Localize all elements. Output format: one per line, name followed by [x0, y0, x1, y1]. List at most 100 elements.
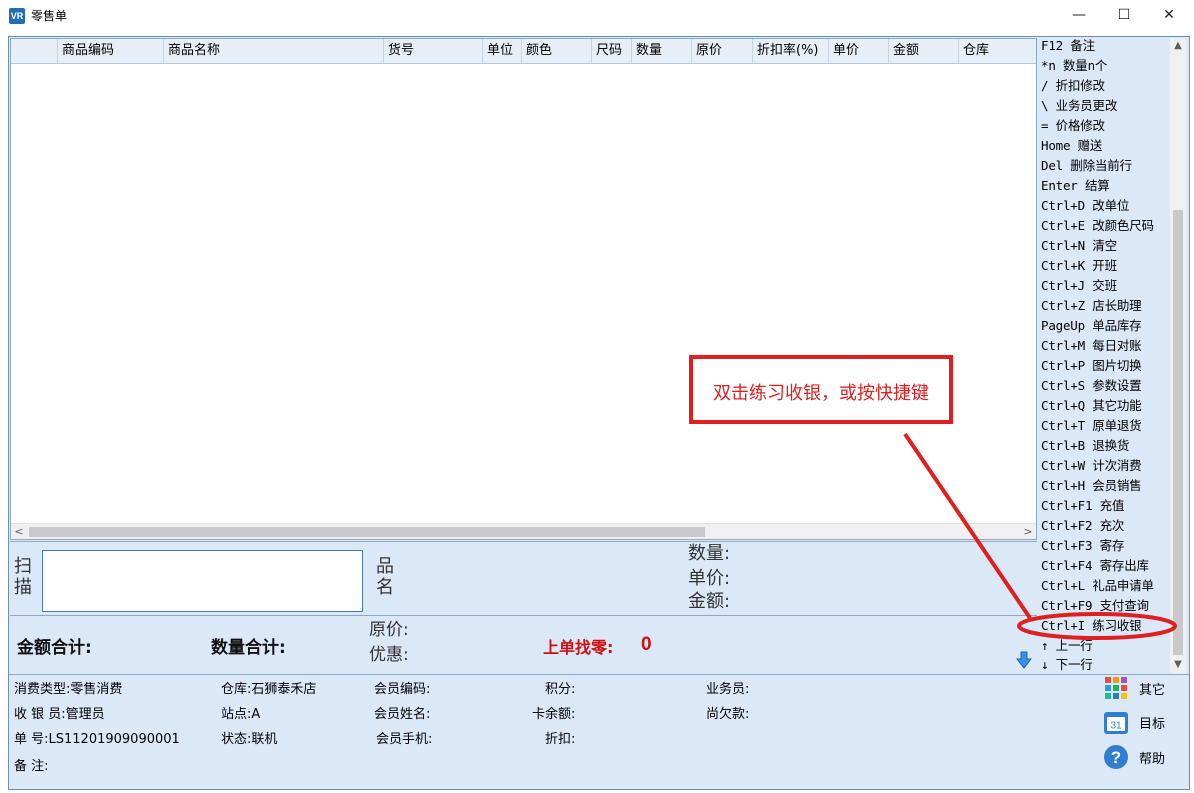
grid-col-product-name[interactable]: 商品名称 — [163, 39, 383, 63]
scan-input[interactable] — [42, 550, 363, 612]
annotation-text: 双击练习收银，或按快捷键 — [713, 383, 929, 404]
shortcut-item[interactable]: Ctrl+K 开班 — [1041, 256, 1117, 276]
grid-header: 商品编码 商品名称 货号 单位 颜色 尺码 数量 原价 折扣率(%) 单价 金额… — [11, 39, 1036, 64]
grid-col-quantity[interactable]: 数量 — [631, 39, 691, 63]
shortcut-item[interactable]: Ctrl+Z 店长助理 — [1041, 296, 1142, 316]
window-title: 零售单 — [31, 9, 68, 23]
consume-type-field[interactable]: 消费类型:零售消费 — [14, 678, 122, 697]
amount-label: 金额: — [688, 591, 731, 612]
shortcut-item[interactable]: ↑ 上一行 — [1041, 636, 1093, 656]
member-phone-field: 会员手机: — [376, 732, 433, 747]
shortcut-item[interactable]: Ctrl+W 计次消费 — [1041, 456, 1142, 476]
shortcut-item[interactable]: Ctrl+L 礼品申请单 — [1041, 576, 1154, 596]
title-bar: VR 零售单 — ☐ ✕ — [0, 0, 1194, 32]
shortcut-item[interactable]: Ctrl+D 改单位 — [1041, 196, 1129, 216]
shortcut-item[interactable]: Ctrl+B 退换货 — [1041, 436, 1129, 456]
last-change-label: 上单找零: — [543, 638, 614, 657]
cashier-field: 收 银 员:管理员 — [14, 707, 105, 722]
remark-field[interactable]: 备 注: — [14, 755, 49, 774]
unit-price-label: 单价: — [688, 568, 731, 589]
shortcut-item[interactable]: PageUp 单品库存 — [1041, 316, 1142, 336]
grid-col-unit-price[interactable]: 单价 — [828, 39, 888, 63]
original-price-label: 原价: — [369, 620, 409, 640]
shortcut-item[interactable]: F12 备注 — [1041, 38, 1095, 56]
scroll-left-icon[interactable]: < — [11, 524, 27, 540]
target-button-label: 目标 — [1139, 717, 1166, 732]
scroll-thumb[interactable] — [29, 527, 705, 537]
svg-text:?: ? — [1111, 748, 1121, 767]
arrears-field: 尚欠款: — [706, 707, 750, 722]
shortcut-item[interactable]: Ctrl+M 每日对账 — [1041, 336, 1142, 356]
shortcut-item[interactable]: Del 删除当前行 — [1041, 156, 1132, 176]
shortcut-item[interactable]: Ctrl+S 参数设置 — [1041, 376, 1142, 396]
shortcut-item[interactable]: Ctrl+T 原单退货 — [1041, 416, 1142, 436]
grid-horizontal-scrollbar[interactable]: < > — [11, 523, 1036, 539]
help-question-icon: ? — [1104, 745, 1128, 769]
grid-col-size[interactable]: 尺码 — [591, 39, 631, 63]
shortcut-item[interactable]: Ctrl+E 改颜色尺码 — [1041, 216, 1154, 236]
grid-col-unit[interactable]: 单位 — [482, 39, 521, 63]
shortcut-item[interactable]: Ctrl+N 清空 — [1041, 236, 1117, 256]
other-button-label: 其它 — [1139, 683, 1166, 698]
grid-col-original-price[interactable]: 原价 — [691, 39, 752, 63]
member-code-field[interactable]: 会员编码: — [374, 678, 430, 697]
order-info-panel — [9, 674, 1189, 789]
quantity-label: 数量: — [688, 543, 731, 564]
grid-col-item-no[interactable]: 货号 — [383, 39, 482, 63]
card-balance-field: 卡余额: — [532, 707, 576, 722]
salesperson-field[interactable]: 业务员: — [706, 678, 749, 697]
order-number-field: 单 号:LS11201909090001 — [14, 732, 180, 747]
shortcut-item[interactable]: Ctrl+H 会员销售 — [1041, 476, 1142, 496]
product-name-label: 品名 — [376, 556, 394, 598]
product-grid[interactable]: 商品编码 商品名称 货号 单位 颜色 尺码 数量 原价 折扣率(%) 单价 金额… — [10, 38, 1037, 540]
maximize-button[interactable]: ☐ — [1101, 0, 1147, 30]
shortcut-item[interactable]: Ctrl+J 交班 — [1041, 276, 1117, 296]
shortcut-vertical-scrollbar[interactable]: ▲ ▼ — [1170, 38, 1186, 673]
scroll-down-icon[interactable]: ▼ — [1170, 657, 1186, 673]
shortcut-item[interactable]: Home 赠送 — [1041, 136, 1102, 156]
annotation-callout: 双击练习收银，或按快捷键 — [689, 355, 953, 424]
totals-panel — [10, 617, 1037, 672]
shortcut-item[interactable]: ↓ 下一行 — [1041, 655, 1093, 673]
grid-col-amount[interactable]: 金额 — [888, 39, 958, 63]
help-button-label: 帮助 — [1139, 752, 1166, 767]
scroll-up-icon[interactable]: ▲ — [1170, 38, 1186, 54]
shortcut-item[interactable]: Enter 结算 — [1041, 176, 1110, 196]
help-button[interactable]: ? 帮助 — [1103, 743, 1183, 771]
minimize-button[interactable]: — — [1056, 0, 1102, 30]
warehouse-field[interactable]: 仓库:石狮泰禾店 — [221, 678, 316, 697]
shortcut-item[interactable]: Ctrl+F9 支付查询 — [1041, 596, 1149, 616]
station-field: 站点:A — [221, 707, 261, 722]
shortcut-item[interactable]: Ctrl+P 图片切换 — [1041, 356, 1142, 376]
amount-total-label: 金额合计: — [17, 638, 92, 658]
other-button[interactable]: 其它 — [1103, 674, 1183, 702]
shortcut-item[interactable]: Ctrl+F3 寄存 — [1041, 536, 1124, 556]
grid-col-discount-rate[interactable]: 折扣率(%) — [752, 39, 828, 63]
grid-col-color[interactable]: 颜色 — [521, 39, 591, 63]
shortcut-item[interactable]: = 价格修改 — [1041, 116, 1105, 136]
grid-col-row-indicator[interactable] — [11, 39, 57, 63]
target-button[interactable]: 31 目标 — [1103, 708, 1183, 736]
scroll-thumb[interactable] — [1173, 210, 1183, 655]
shortcut-item[interactable]: Ctrl+F2 充次 — [1041, 516, 1124, 536]
shortcut-item[interactable]: Ctrl+F4 寄存出库 — [1041, 556, 1149, 576]
grid-col-product-code[interactable]: 商品编码 — [57, 39, 163, 63]
shortcut-practice-checkout[interactable]: Ctrl+I 练习收银 — [1041, 616, 1142, 636]
shortcut-list: F12 备注 *n 数量n个 / 折扣修改 \ 业务员更改 = 价格修改 Hom… — [1038, 38, 1169, 673]
points-field: 积分: — [545, 682, 576, 697]
member-name-field: 会员姓名: — [374, 707, 431, 722]
arrow-down-icon[interactable] — [1016, 651, 1032, 669]
scroll-right-icon[interactable]: > — [1020, 524, 1036, 540]
shortcut-item[interactable]: Ctrl+Q 其它功能 — [1041, 396, 1142, 416]
close-button[interactable]: ✕ — [1146, 0, 1192, 30]
quantity-total-label: 数量合计: — [211, 638, 286, 658]
calendar-number: 31 — [1110, 721, 1122, 732]
grid-col-warehouse[interactable]: 仓库 — [958, 39, 1036, 63]
status-field: 状态:联机 — [221, 732, 278, 747]
shortcut-item[interactable]: *n 数量n个 — [1041, 56, 1107, 76]
app-logo-icon: VR — [9, 8, 25, 24]
shortcut-item[interactable]: \ 业务员更改 — [1041, 96, 1117, 116]
discount-field: 折扣: — [545, 732, 576, 747]
shortcut-item[interactable]: Ctrl+F1 充值 — [1041, 496, 1124, 516]
shortcut-item[interactable]: / 折扣修改 — [1041, 76, 1105, 96]
